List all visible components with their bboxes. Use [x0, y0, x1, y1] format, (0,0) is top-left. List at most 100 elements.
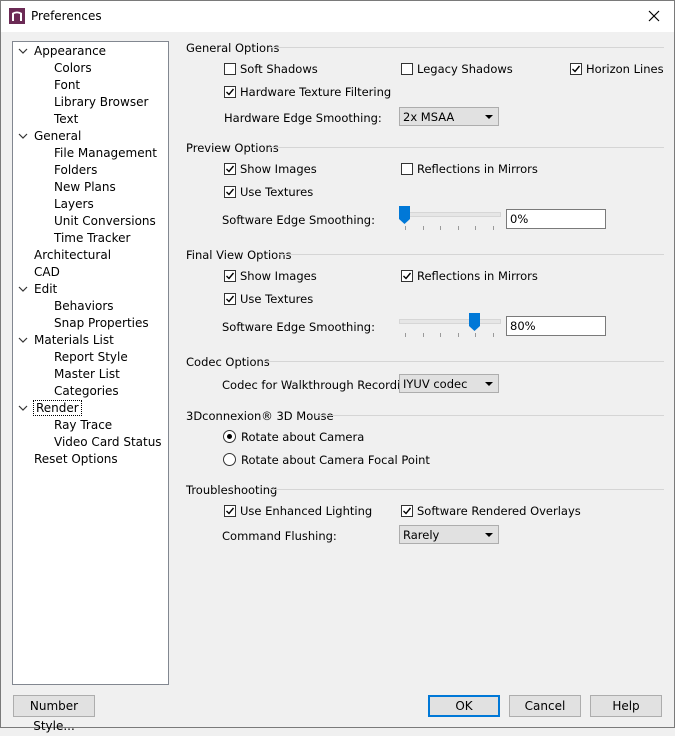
final-reflections-label: Reflections in Mirrors — [417, 269, 538, 283]
rotate-about-focal-point-radio[interactable] — [223, 453, 236, 466]
help-button[interactable]: Help — [590, 695, 662, 717]
codec-options-header: Codec Options — [186, 355, 270, 369]
command-flushing-value: Rarely — [403, 528, 440, 542]
codec-select[interactable]: IYUV codec — [399, 374, 499, 393]
chevron-down-icon — [485, 533, 493, 537]
tree-item-label: Behaviors — [54, 299, 114, 313]
tree-item[interactable]: Video Card Status — [54, 434, 162, 451]
software-overlays-checkbox[interactable] — [401, 505, 413, 517]
tree-item-label: Architectural — [34, 248, 112, 262]
preview-use-textures-checkbox[interactable] — [224, 186, 236, 198]
chevron-down-icon[interactable] — [18, 46, 28, 56]
tree-item-label: Snap Properties — [54, 316, 149, 330]
title-bar: Preferences — [1, 1, 674, 32]
tree-item[interactable]: Categories — [54, 383, 119, 400]
slider-tick — [493, 333, 494, 337]
final-edge-smoothing-slider[interactable] — [399, 313, 501, 339]
chevron-down-icon — [485, 382, 493, 386]
chevron-down-icon[interactable] — [18, 131, 28, 141]
final-reflections-checkbox[interactable] — [401, 270, 413, 282]
tree-item[interactable]: Font — [54, 77, 80, 94]
preview-show-images-checkbox[interactable] — [224, 163, 236, 175]
hardware-texture-filtering-checkbox[interactable] — [224, 86, 236, 98]
enhanced-lighting-checkbox[interactable] — [224, 505, 236, 517]
preview-reflections-checkbox[interactable] — [401, 163, 413, 175]
preview-reflections-label: Reflections in Mirrors — [417, 162, 538, 176]
tree-item-label: Reset Options — [34, 452, 118, 466]
command-flushing-select[interactable]: Rarely — [399, 525, 499, 544]
tree-item[interactable]: Report Style — [54, 349, 128, 366]
tree-item-label: Render — [33, 400, 82, 416]
preview-software-edge-smoothing-label: Software Edge Smoothing: — [222, 213, 375, 227]
chevron-down-icon — [485, 115, 493, 119]
tree-item[interactable]: Edit — [18, 281, 58, 298]
slider-tick — [405, 226, 406, 230]
tree-item-label: Colors — [54, 61, 92, 75]
tree-item[interactable]: CAD — [34, 264, 60, 281]
tree-item[interactable]: Behaviors — [54, 298, 114, 315]
checkmark-icon — [226, 165, 235, 173]
preferences-tree[interactable]: Appearance Colors Font Library Browser Text G… — [12, 41, 169, 685]
preview-edge-smoothing-field[interactable]: 0% — [506, 209, 606, 229]
slider-tick — [457, 226, 459, 230]
tree-item[interactable]: Architectural — [34, 247, 111, 264]
close-icon[interactable] — [642, 6, 666, 26]
divider — [269, 147, 664, 148]
number-style-button[interactable]: Number Style... — [13, 695, 95, 733]
checkmark-icon — [572, 65, 581, 73]
ok-button[interactable]: OK — [428, 695, 500, 717]
final-use-textures-checkbox[interactable] — [224, 293, 236, 305]
final-use-textures-label: Use Textures — [240, 292, 314, 306]
tree-item-label: Layers — [54, 197, 94, 211]
tree-item[interactable]: Colors — [54, 60, 92, 77]
tree-item[interactable]: Reset Options — [34, 451, 118, 468]
tree-item[interactable]: Snap Properties — [54, 315, 149, 332]
enhanced-lighting-label: Use Enhanced Lighting — [240, 504, 373, 518]
chevron-down-icon[interactable] — [18, 403, 28, 413]
tree-item[interactable]: General — [18, 128, 82, 145]
divider — [271, 47, 664, 48]
final-view-options-header: Final View Options — [186, 248, 292, 262]
rotate-about-camera-radio[interactable] — [223, 430, 236, 443]
software-overlays-label: Software Rendered Overlays — [417, 504, 581, 518]
tree-item[interactable]: Materials List — [18, 332, 114, 349]
tree-item-label: General — [34, 129, 82, 143]
tree-item[interactable]: Master List — [54, 366, 120, 383]
slider-thumb[interactable] — [399, 206, 410, 224]
tree-item[interactable]: File Management — [54, 145, 157, 162]
radio-dot — [227, 434, 232, 439]
preferences-window: Preferences Appearance Colors Font Library … — [0, 0, 675, 733]
hardware-edge-smoothing-label: Hardware Edge Smoothing: — [224, 111, 382, 125]
final-edge-smoothing-field[interactable]: 80% — [506, 316, 606, 336]
tree-item[interactable]: Layers — [54, 196, 94, 213]
slider-track — [399, 212, 501, 217]
tree-item[interactable]: New Plans — [54, 179, 116, 196]
tree-item[interactable]: Ray Trace — [54, 417, 112, 434]
tree-item-label: Edit — [34, 282, 58, 296]
tree-item[interactable]: Time Tracker — [54, 230, 130, 247]
tree-item[interactable]: Library Browser — [54, 94, 148, 111]
legacy-shadows-checkbox[interactable] — [401, 63, 413, 75]
tree-item[interactable]: Appearance — [18, 43, 106, 60]
tree-item[interactable]: Folders — [54, 162, 97, 179]
tree-item[interactable]: Render — [18, 400, 82, 417]
preview-edge-smoothing-slider[interactable] — [399, 206, 501, 232]
tree-item[interactable]: Text — [54, 111, 78, 128]
chevron-down-icon[interactable] — [18, 284, 28, 294]
soft-shadows-checkbox[interactable] — [224, 63, 236, 75]
tree-item-label: Font — [54, 78, 81, 92]
checkmark-icon — [403, 272, 412, 280]
tree-item-label: New Plans — [54, 180, 116, 194]
slider-tick — [475, 226, 477, 230]
horizon-lines-checkbox[interactable] — [570, 63, 582, 75]
slider-tick — [457, 333, 459, 337]
tree-item[interactable]: Unit Conversions — [54, 213, 156, 230]
cancel-button[interactable]: Cancel — [509, 695, 581, 717]
tree-item-label: CAD — [34, 265, 60, 279]
final-show-images-checkbox[interactable] — [224, 270, 236, 282]
slider-thumb[interactable] — [469, 313, 481, 331]
hardware-edge-smoothing-select[interactable]: 2x MSAA — [399, 107, 499, 126]
chevron-down-icon[interactable] — [18, 335, 28, 345]
slider-tick — [440, 226, 442, 230]
tree-item-label: Folders — [54, 163, 98, 177]
